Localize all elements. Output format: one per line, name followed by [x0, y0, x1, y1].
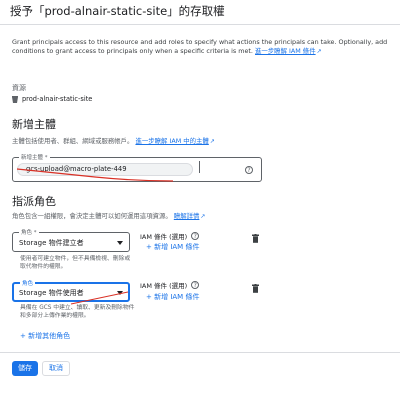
help-circle-icon[interactable]: ?	[245, 166, 253, 174]
condition-label-1: IAM 條件 (選用) ?	[140, 231, 200, 241]
add-principals-title: 新增主體	[12, 118, 56, 131]
delete-icon[interactable]	[252, 234, 259, 243]
dialog-title: 授予「prod-alnair-static-site」的存取權	[10, 4, 225, 18]
role-2-desc: 具備在 GCS 中建立、讀取、更新及刪除物件和多部分上傳作業的權限。	[20, 305, 135, 319]
principals-desc: 主體包括使用者、群組、網域或服務帳戶。 進一步瞭解 IAM 中的主體↗	[12, 137, 215, 145]
role-select-2-label: 角色	[20, 279, 36, 287]
add-condition-button-1[interactable]: + 新增 IAM 條件	[146, 242, 199, 252]
condition-label-2: IAM 條件 (選用) ?	[140, 280, 200, 290]
roles-desc: 角色包含一組權限，會決定主體可以如何運用這項資源。 瞭解詳情↗	[12, 212, 206, 220]
bucket-icon	[12, 95, 18, 103]
red-scribble-annotation	[16, 168, 174, 182]
delete-icon[interactable]	[252, 284, 259, 293]
assign-roles-title: 指派角色	[12, 195, 56, 208]
external-link-icon: ↗	[209, 138, 215, 145]
plus-icon: +	[146, 243, 152, 251]
role-select-1-value: Storage 物件建立者	[19, 239, 84, 247]
principals-learn-more-link[interactable]: 進一步瞭解 IAM 中的主體	[135, 137, 208, 145]
role-1-desc: 使用者可建立物件，但不具備檢視、刪除或取代物件的權限。	[20, 256, 131, 270]
resource-name: prod-alnair-static-site	[22, 95, 93, 103]
header-divider	[0, 24, 400, 25]
external-link-icon: ↗	[316, 48, 322, 55]
plus-icon: +	[20, 332, 26, 340]
iam-conditions-link[interactable]: 進一步瞭解 IAM 條件	[255, 47, 316, 55]
help-circle-icon[interactable]: ?	[191, 232, 200, 240]
footer-divider	[0, 352, 400, 353]
add-another-role-button[interactable]: + 新增其他角色	[20, 331, 70, 341]
external-link-icon: ↗	[200, 213, 206, 220]
roles-learn-more-link[interactable]: 瞭解詳情	[174, 212, 200, 220]
add-condition-button-2[interactable]: + 新增 IAM 條件	[146, 292, 199, 302]
resource-label: 資源	[12, 84, 26, 92]
role-select-1-label: 角色 *	[19, 228, 39, 236]
help-circle-icon[interactable]: ?	[191, 281, 200, 289]
text-cursor	[199, 161, 205, 173]
add-principals-field-label: 新增主體 *	[19, 153, 50, 161]
cancel-button[interactable]: 取消	[42, 361, 70, 376]
save-button[interactable]: 儲存	[12, 361, 38, 376]
role-select-1[interactable]: 角色 * Storage 物件建立者	[12, 228, 130, 252]
plus-icon: +	[146, 293, 152, 301]
resource-row: prod-alnair-static-site	[12, 95, 92, 103]
chevron-down-icon	[117, 241, 123, 245]
intro-text: Grant principals access to this resource…	[12, 38, 388, 55]
